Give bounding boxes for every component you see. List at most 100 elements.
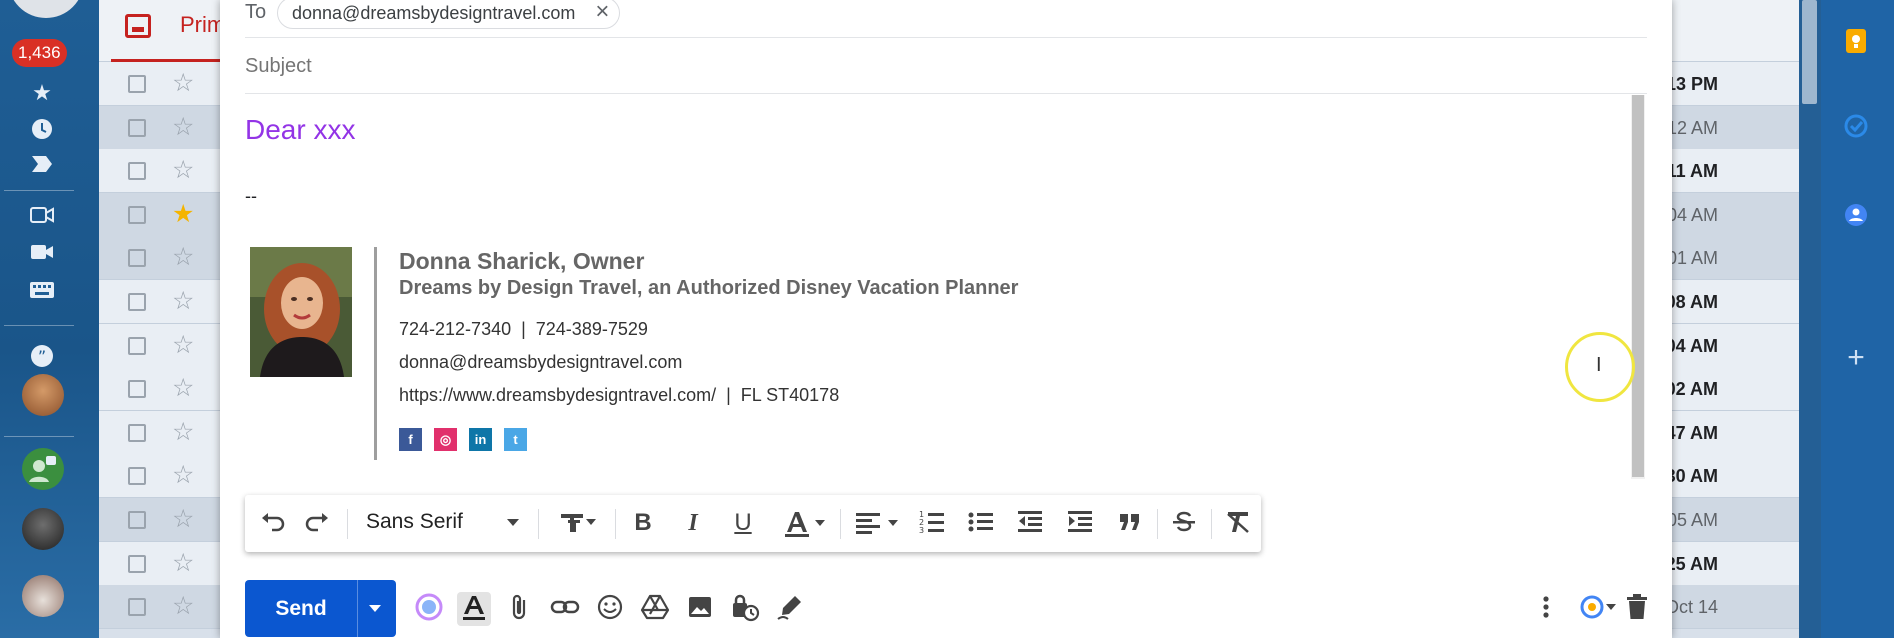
underline-icon[interactable]: U xyxy=(726,508,760,538)
bulleted-list-icon[interactable] xyxy=(964,508,998,538)
star-icon[interactable]: ★ xyxy=(172,200,194,228)
subject-placeholder: Subject xyxy=(245,55,312,77)
row-checkbox[interactable] xyxy=(128,205,146,224)
row-checkbox[interactable] xyxy=(128,162,146,181)
row-checkbox[interactable] xyxy=(128,511,146,529)
attach-file-icon[interactable] xyxy=(503,592,537,626)
italic-icon[interactable]: I xyxy=(676,508,710,538)
insert-link-icon[interactable] xyxy=(548,592,582,626)
tab-primary-label: Prim xyxy=(180,12,226,37)
row-checkbox[interactable] xyxy=(128,380,146,399)
rail-divider xyxy=(4,436,74,437)
user-avatar[interactable] xyxy=(22,374,64,416)
undo-icon[interactable] xyxy=(257,508,287,538)
star-icon[interactable]: ☆ xyxy=(172,156,194,184)
star-icon[interactable]: ☆ xyxy=(172,69,194,97)
remove-formatting-icon[interactable] xyxy=(1221,508,1255,538)
star-icon[interactable]: ☆ xyxy=(172,461,194,489)
signature-website[interactable]: https://www.dreamsbydesigntravel.com/ | … xyxy=(399,379,1018,412)
meet-video-icon[interactable] xyxy=(29,242,55,268)
star-icon[interactable]: ☆ xyxy=(172,287,194,315)
row-checkbox[interactable] xyxy=(128,423,146,442)
keyboard-icon[interactable] xyxy=(29,280,55,306)
outdent-icon[interactable] xyxy=(1013,508,1047,538)
star-icon[interactable]: ☆ xyxy=(172,505,194,533)
remove-recipient-icon[interactable]: × xyxy=(595,0,609,26)
signature-addon-icon[interactable] xyxy=(412,592,446,626)
font-size-icon[interactable] xyxy=(550,508,604,538)
facebook-icon[interactable]: f xyxy=(399,428,422,451)
confidential-mode-icon[interactable] xyxy=(728,592,762,626)
snoozed-clock-icon[interactable] xyxy=(29,117,55,143)
star-icon[interactable]: ☆ xyxy=(172,113,194,141)
rail-divider xyxy=(4,325,74,326)
greeting-text: Dear xxx xyxy=(245,114,356,145)
message-body[interactable]: Dear xxx -- Donna Sharick, Owner Dreams … xyxy=(245,94,1637,484)
contacts-icon[interactable] xyxy=(1841,203,1871,233)
insert-photo-icon[interactable] xyxy=(683,592,717,626)
align-icon[interactable] xyxy=(852,508,904,538)
more-options-icon[interactable] xyxy=(1529,592,1563,626)
meet-new-video-icon[interactable] xyxy=(29,205,55,231)
starred-icon[interactable]: ★ xyxy=(29,80,55,106)
instagram-icon[interactable]: ◎ xyxy=(434,428,457,451)
star-icon[interactable]: ☆ xyxy=(172,243,194,271)
schedule-send-dropdown-icon[interactable] xyxy=(369,605,381,612)
row-checkbox[interactable] xyxy=(128,598,146,617)
row-checkbox[interactable] xyxy=(128,554,146,573)
google-drive-icon[interactable] xyxy=(638,592,672,626)
signature-divider xyxy=(374,247,377,460)
insert-emoji-icon[interactable] xyxy=(593,592,627,626)
add-addon-icon[interactable]: + xyxy=(1841,343,1871,373)
contact-avatar[interactable] xyxy=(22,508,64,550)
compose-fab-edge[interactable] xyxy=(8,0,84,18)
tasks-icon[interactable] xyxy=(1841,113,1871,143)
linkedin-icon[interactable]: in xyxy=(469,428,492,451)
row-checkbox[interactable] xyxy=(128,293,146,311)
to-row[interactable]: To donna@dreamsbydesigntravel.com × xyxy=(245,0,1647,38)
text-color-icon[interactable] xyxy=(776,508,832,538)
row-checkbox[interactable] xyxy=(128,249,146,268)
strikethrough-icon[interactable] xyxy=(1167,508,1201,538)
twitter-icon[interactable]: t xyxy=(504,428,527,451)
contact-avatar[interactable] xyxy=(22,575,64,617)
inbox-scrollbar-thumb[interactable] xyxy=(1802,0,1817,104)
new-chat-avatar[interactable] xyxy=(22,448,64,490)
row-checkbox[interactable] xyxy=(128,467,146,486)
chevron-down-icon xyxy=(506,518,519,526)
inbox-icon xyxy=(125,14,151,38)
svg-text:3: 3 xyxy=(919,526,924,535)
recipient-chip[interactable]: donna@dreamsbydesigntravel.com × xyxy=(277,0,621,29)
discard-draft-icon[interactable] xyxy=(1620,592,1654,626)
star-icon[interactable]: ☆ xyxy=(172,331,194,359)
subject-field[interactable]: Subject xyxy=(245,38,1647,94)
star-icon[interactable]: ☆ xyxy=(172,592,194,620)
row-checkbox[interactable] xyxy=(128,336,146,355)
toolbar-divider xyxy=(615,509,616,539)
star-icon[interactable]: ☆ xyxy=(172,549,194,577)
row-checkbox[interactable] xyxy=(128,75,146,93)
formatting-options-icon[interactable] xyxy=(457,592,491,626)
formatting-toolbar: Sans Serif B I U 123 xyxy=(245,495,1261,552)
star-icon[interactable]: ☆ xyxy=(172,418,194,446)
font-select-value: Sans Serif xyxy=(366,510,463,533)
addon-mail-tracker-icon[interactable] xyxy=(1575,592,1619,626)
redo-icon[interactable] xyxy=(303,508,333,538)
indent-icon[interactable] xyxy=(1063,508,1097,538)
star-icon[interactable]: ☆ xyxy=(172,374,194,402)
bold-icon[interactable]: B xyxy=(626,508,660,538)
toolbar-divider xyxy=(1157,509,1158,539)
signature-email[interactable]: donna@dreamsbydesigntravel.com xyxy=(399,346,1018,379)
signature-separator: -- xyxy=(245,186,257,206)
body-scrollbar-thumb[interactable] xyxy=(1632,95,1644,477)
toolbar-divider xyxy=(1211,509,1212,539)
row-checkbox[interactable] xyxy=(128,118,146,137)
keep-icon[interactable] xyxy=(1841,28,1871,58)
hangouts-quote-icon[interactable]: ” xyxy=(29,343,55,369)
important-label-icon[interactable] xyxy=(29,154,55,180)
font-select[interactable]: Sans Serif xyxy=(366,510,519,534)
numbered-list-icon[interactable]: 123 xyxy=(915,508,949,538)
send-button[interactable]: Send xyxy=(245,580,396,637)
quote-icon[interactable] xyxy=(1113,508,1147,538)
insert-signature-pen-icon[interactable] xyxy=(773,592,807,626)
